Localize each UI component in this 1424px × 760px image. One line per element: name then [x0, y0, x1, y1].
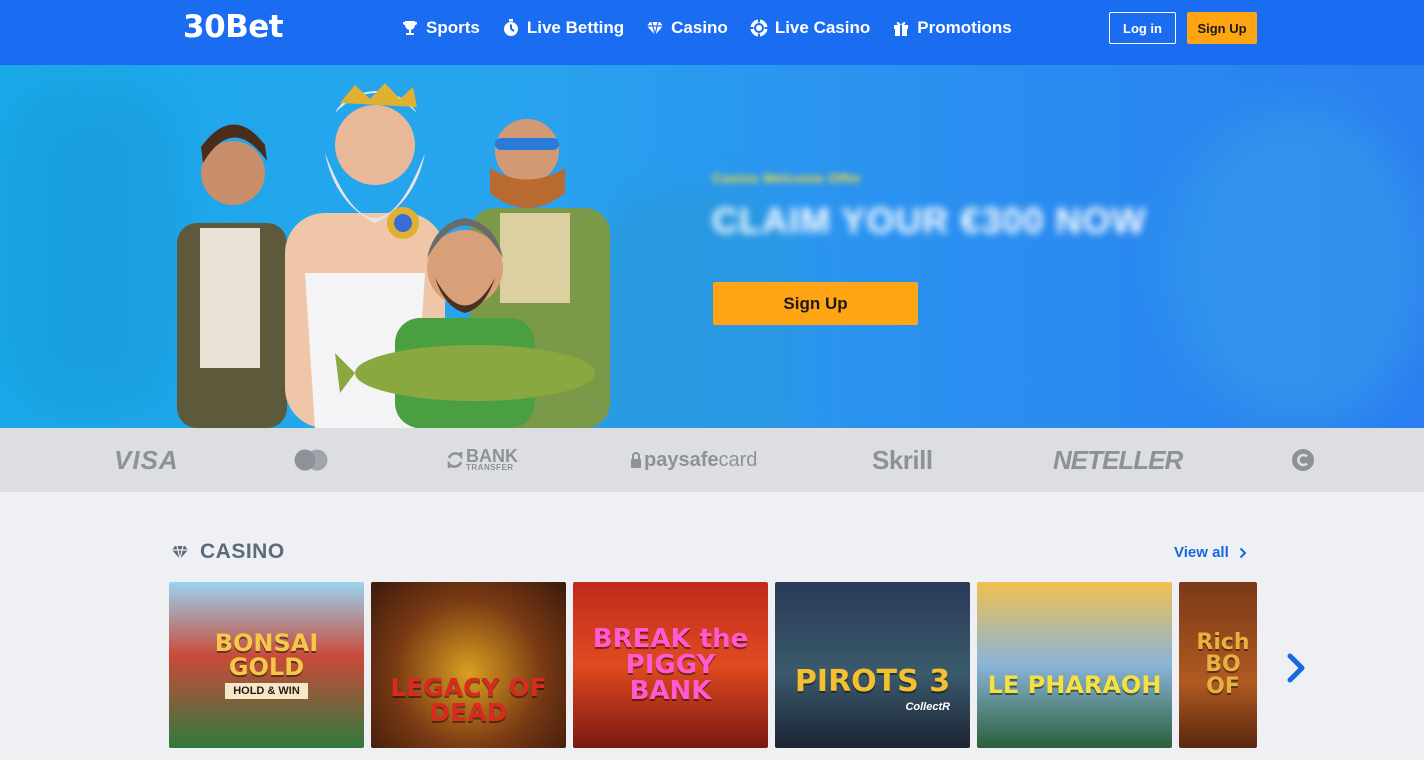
main-nav: Sports Live Betting Casino Live Casino P…	[401, 0, 1012, 56]
gift-icon	[894, 21, 909, 36]
nav-promotions[interactable]: Promotions	[892, 18, 1012, 38]
casino-section-header: CASINO	[170, 540, 285, 564]
visa-logo: VISA	[114, 444, 179, 475]
mastercard-logo	[293, 428, 329, 492]
nav-live-casino[interactable]: Live Casino	[750, 18, 870, 38]
game-tile[interactable]: PIROTS 3 CollectR	[775, 582, 970, 748]
top-header: 30Bet Sports Live Betting Casino Live Ca…	[0, 0, 1424, 65]
section-title: CASINO	[200, 540, 285, 563]
site-logo[interactable]: 30Bet	[183, 9, 284, 45]
hero-background-shape	[0, 85, 180, 415]
stopwatch-icon	[503, 19, 518, 36]
game-title: Rich BO OF	[1196, 630, 1250, 699]
nav-label: Promotions	[917, 18, 1012, 37]
nav-label: Casino	[671, 18, 728, 37]
game-title: BONSAI GOLD	[214, 629, 319, 681]
chevron-right-icon	[1287, 653, 1305, 683]
game-tile[interactable]: Rich BO OF	[1179, 582, 1257, 748]
paysafecard-logo: paysafe card	[630, 428, 757, 492]
nav-label: Live Betting	[526, 18, 625, 37]
game-title: BREAK the PIGGY BANK	[592, 624, 749, 706]
payment-methods-strip: VISA BANK TRANSFER paysafe card Skrill NE…	[0, 428, 1424, 492]
chip-icon	[750, 19, 768, 37]
casino-games-carousel: BONSAI GOLD HOLD & WIN LEGACY OF DEAD BR…	[169, 582, 1257, 748]
game-tile[interactable]: BONSAI GOLD HOLD & WIN	[169, 582, 364, 748]
skrill-logo: Skrill	[872, 444, 933, 475]
game-tile[interactable]: LEGACY OF DEAD	[371, 582, 566, 748]
game-subtitle: HOLD & WIN	[225, 683, 308, 699]
game-tile[interactable]: LE PHARAOH	[977, 582, 1172, 748]
bank-label: BANK	[466, 446, 518, 466]
game-title: PIROTS 3	[794, 664, 951, 699]
c-payment-logo	[1291, 428, 1315, 492]
signup-button[interactable]: Sign Up	[1187, 12, 1257, 44]
hero-signup-button[interactable]: Sign Up	[713, 282, 918, 325]
diamond-icon	[647, 21, 664, 36]
bank-transfer-logo: BANK TRANSFER	[446, 428, 518, 492]
hero-subtitle: Casino Welcome Offer	[712, 170, 862, 186]
nav-sports[interactable]: Sports	[401, 18, 480, 38]
chevron-right-icon	[1239, 547, 1247, 558]
game-tile[interactable]: BREAK the PIGGY BANK	[573, 582, 768, 748]
game-title: LE PHARAOH	[987, 671, 1162, 699]
view-all-label: View all	[1174, 544, 1229, 561]
transfer-label: TRANSFER	[466, 463, 514, 472]
carousel-next-button[interactable]	[1282, 648, 1310, 688]
login-button[interactable]: Log in	[1109, 12, 1176, 44]
card-text: card	[718, 448, 758, 471]
hero-background-shape	[1170, 105, 1424, 425]
hero-banner: Casino Welcome Offer CLAIM YOUR €300 NOW…	[0, 65, 1424, 428]
nav-live-betting[interactable]: Live Betting	[502, 18, 624, 38]
transfer-arrows-icon	[447, 452, 463, 468]
nav-casino[interactable]: Casino	[646, 18, 728, 38]
paysafe-text: paysafe	[644, 448, 719, 471]
view-all-link[interactable]: View all	[1174, 544, 1247, 561]
trophy-icon	[403, 21, 417, 35]
nav-label: Sports	[426, 18, 480, 37]
diamond-icon	[172, 545, 188, 560]
hero-title: CLAIM YOUR €300 NOW	[712, 200, 1147, 241]
neteller-logo: NETELLER	[1053, 444, 1183, 475]
game-subtitle: CollectR	[905, 701, 951, 713]
lock-icon	[631, 452, 641, 468]
hero-characters-illustration	[177, 83, 610, 428]
nav-label: Live Casino	[774, 18, 871, 37]
game-title: LEGACY OF DEAD	[390, 673, 547, 727]
